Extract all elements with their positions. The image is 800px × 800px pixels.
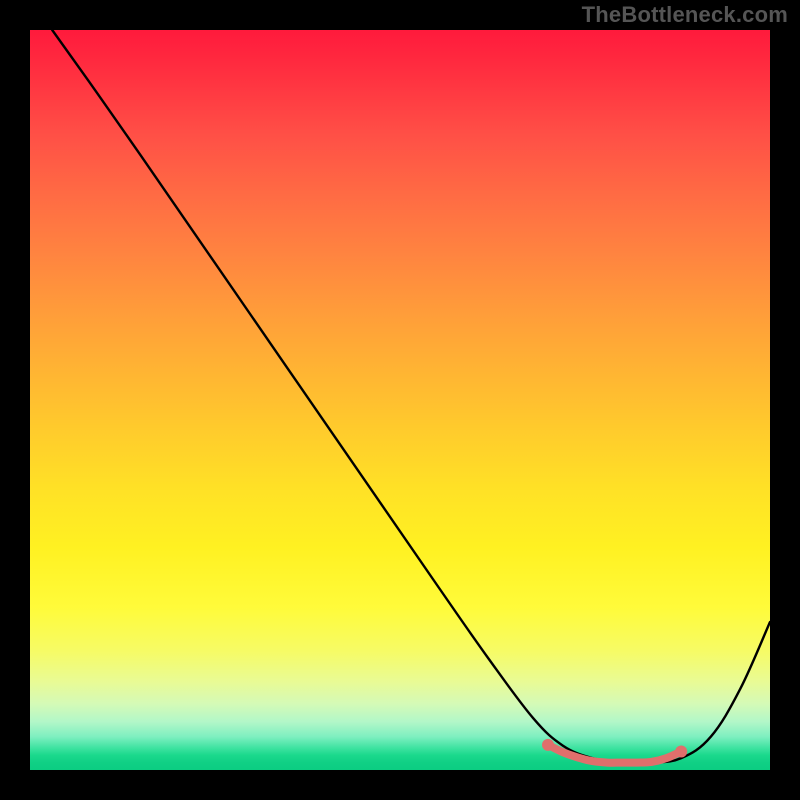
watermark-text: TheBottleneck.com [582,2,788,28]
chart-frame: TheBottleneck.com [0,0,800,800]
plot-area [30,30,770,770]
pink-dot [542,739,554,751]
pink-dot [675,746,687,758]
black-curve [52,30,770,763]
chart-svg [30,30,770,770]
